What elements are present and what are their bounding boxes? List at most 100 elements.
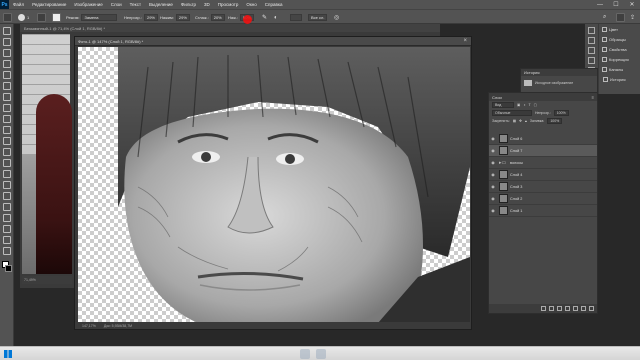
shape-tool-icon[interactable] (2, 214, 11, 222)
menu-item[interactable]: Окно (242, 2, 260, 7)
angle-icon[interactable]: ◐ (274, 15, 278, 21)
opacity-field[interactable]: 29% (143, 14, 158, 21)
smudge-tool-icon[interactable] (2, 159, 11, 167)
sample-all-layers-checkbox[interactable]: Все сл. (308, 14, 328, 21)
dock-panel-tab[interactable]: Цвет (599, 24, 640, 34)
layer-fill-field[interactable]: 100% (547, 118, 563, 124)
menu-item[interactable]: Справка (261, 2, 287, 7)
filter-pixel-icon[interactable]: ▣ (517, 103, 520, 107)
share-icon[interactable]: ⇪ (630, 14, 635, 21)
zoom-tool-icon[interactable] (2, 236, 11, 244)
history-brush-tool-icon[interactable] (2, 126, 11, 134)
new-layer-icon[interactable] (581, 306, 586, 311)
workspace-icon[interactable] (616, 13, 625, 22)
layer-filter-select[interactable]: Вид (492, 102, 514, 108)
smudge-tool-icon[interactable] (3, 13, 12, 22)
search-icon[interactable]: ⌕ (603, 14, 606, 21)
menu-item[interactable]: Выделение (145, 2, 177, 7)
history-dock-item[interactable]: История (600, 74, 640, 84)
image-canvas[interactable] (78, 47, 470, 323)
taskbar-app-icon[interactable] (316, 349, 326, 359)
history-panel-title[interactable]: История (521, 69, 597, 76)
menu-item[interactable]: Редактирование (28, 2, 70, 7)
crop-tool-icon[interactable] (2, 71, 11, 79)
healing-brush-tool-icon[interactable] (2, 93, 11, 101)
photoshop-logo-icon[interactable]: Ps (0, 0, 9, 9)
airbrush-icon[interactable]: ✎ (262, 14, 267, 21)
pressure-field[interactable]: 29% (175, 14, 190, 21)
visibility-eye-icon[interactable]: ◉ (489, 160, 497, 165)
dock-panel-tab[interactable]: Коррекция (599, 54, 640, 64)
eraser-tool-icon[interactable] (2, 137, 11, 145)
type-tool-icon[interactable] (2, 192, 11, 200)
more-tools-icon[interactable] (2, 247, 11, 255)
filter-adjust-icon[interactable]: ◑ (523, 103, 525, 107)
layer-row[interactable]: ◉ Слой 2 (489, 193, 597, 205)
history-item[interactable]: Исходное изображение (521, 79, 597, 87)
dock-panel-tab[interactable]: Каналы (599, 64, 640, 74)
visibility-eye-icon[interactable]: ◉ (489, 208, 497, 213)
brush-panel-icon[interactable] (37, 13, 46, 22)
swatches-panel-icon[interactable] (588, 37, 595, 44)
layer-row[interactable]: ◉ Слой 3 (489, 181, 597, 193)
dock-panel-tab[interactable]: Образцы (599, 34, 640, 44)
menu-item[interactable]: Фильтр (177, 2, 200, 7)
menu-item[interactable]: Слои (107, 2, 126, 7)
minimize-button[interactable]: — (592, 0, 608, 9)
visibility-eye-icon[interactable]: ◉ (489, 184, 497, 189)
smoothing-field[interactable]: 20% (210, 14, 225, 21)
menu-item[interactable]: 3D (200, 2, 214, 7)
hand-tool-icon[interactable] (2, 225, 11, 233)
visibility-eye-icon[interactable]: ◉ (489, 172, 497, 177)
menu-item[interactable]: Изображение (70, 2, 106, 7)
gradient-tool-icon[interactable] (2, 148, 11, 156)
new-group-icon[interactable] (573, 306, 578, 311)
angle-field[interactable] (290, 14, 302, 21)
visibility-eye-icon[interactable]: ◉ (489, 136, 497, 141)
panel-menu-icon[interactable]: ≡ (592, 95, 594, 100)
color-panel-icon[interactable] (588, 27, 595, 34)
link-layers-icon[interactable] (541, 306, 546, 311)
lock-all-icon[interactable]: 🔒︎ (525, 119, 527, 123)
move-tool-icon[interactable] (2, 27, 11, 35)
windows-start-icon[interactable] (4, 350, 12, 358)
menu-item[interactable]: Просмотр (214, 2, 243, 7)
layer-style-icon[interactable] (549, 306, 554, 311)
layer-row[interactable]: ◉ ▸▭ волосы (489, 157, 597, 169)
visibility-eye-icon[interactable]: ◉ (489, 196, 497, 201)
visibility-eye-icon[interactable]: ◉ (489, 148, 497, 153)
layer-opacity-field[interactable]: 100% (553, 110, 569, 116)
adjustments-panel-icon[interactable] (588, 57, 595, 64)
document-zoom[interactable]: 147,17% (82, 324, 96, 328)
lasso-tool-icon[interactable] (2, 49, 11, 57)
blend-mode-select[interactable]: Обычные (492, 110, 532, 116)
quick-select-tool-icon[interactable] (2, 60, 11, 68)
close-document-icon[interactable]: × (463, 38, 467, 44)
brush-preview-icon[interactable] (18, 14, 25, 21)
dock-panel-tab[interactable]: Свойства (599, 44, 640, 54)
menu-item[interactable]: Текст (126, 2, 145, 7)
adjustment-layer-icon[interactable] (565, 306, 570, 311)
delete-layer-icon[interactable] (589, 306, 594, 311)
add-mask-icon[interactable] (557, 306, 562, 311)
layers-panel-header[interactable]: Слои ≡ (489, 93, 597, 101)
brush-settings-icon[interactable] (52, 13, 61, 22)
filter-type-icon[interactable]: T (528, 103, 530, 107)
maximize-button[interactable]: ☐ (608, 0, 624, 9)
mode-select[interactable]: Замена (81, 14, 118, 21)
pressure-size-icon[interactable]: ◎ (334, 14, 339, 21)
close-window-button[interactable]: ✕ (624, 0, 640, 9)
layer-row[interactable]: ◉ Слой 7 (489, 145, 597, 157)
background-document-tab[interactable]: Безымянный-1 @ 71,4% (Слой 1, RGB/8#) * (20, 24, 440, 32)
dodge-tool-icon[interactable] (2, 170, 11, 178)
lock-pixels-icon[interactable]: ▦ (513, 119, 516, 123)
path-select-tool-icon[interactable] (2, 203, 11, 211)
background-color-swatch[interactable] (5, 265, 12, 272)
document-titlebar[interactable]: Фото-1 @ 147% (Слой 1, RGB/8#) * × (75, 37, 471, 46)
clone-stamp-tool-icon[interactable] (2, 115, 11, 123)
lock-position-icon[interactable]: ✥ (519, 119, 522, 123)
pen-tool-icon[interactable] (2, 181, 11, 189)
eyedropper-tool-icon[interactable] (2, 82, 11, 90)
properties-panel-icon[interactable] (588, 47, 595, 54)
menu-item[interactable]: Файл (9, 2, 28, 7)
